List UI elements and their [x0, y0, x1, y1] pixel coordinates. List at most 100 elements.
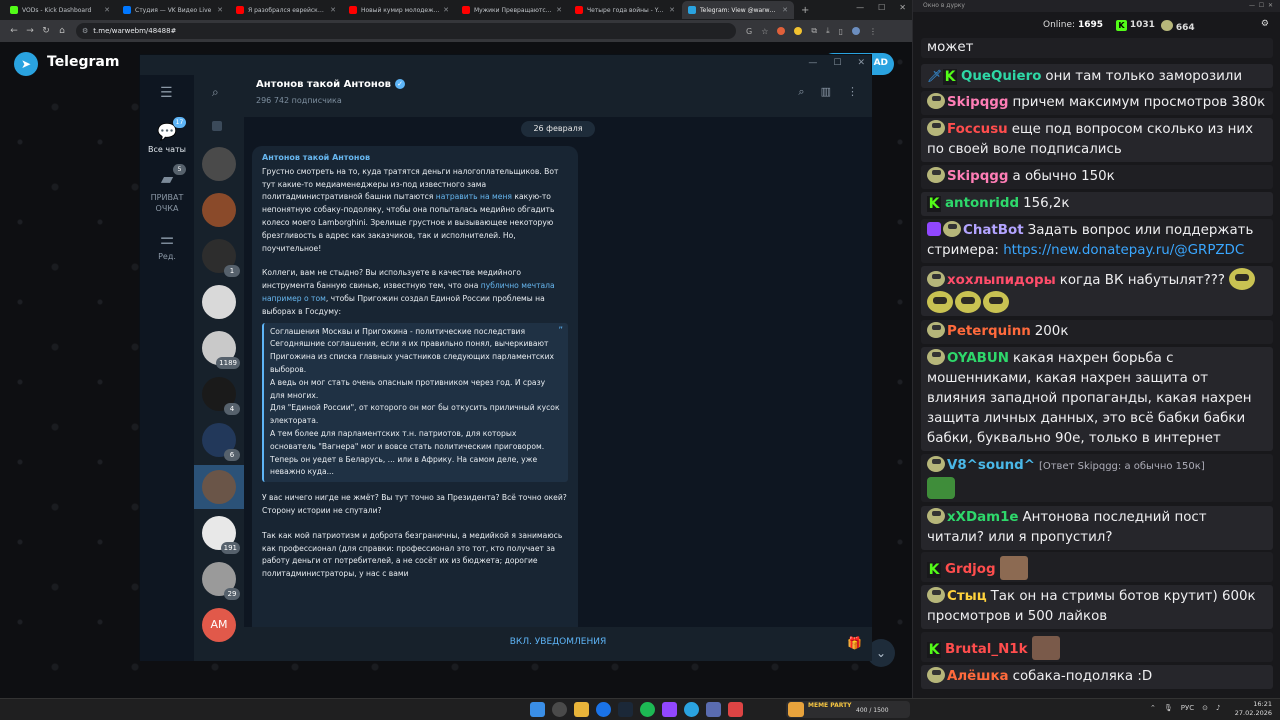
tab-vk[interactable]: Студия — VK Видео Live ✕ — [117, 1, 229, 19]
language-indicator[interactable]: РУС — [1181, 704, 1194, 712]
more-options-icon[interactable]: ⋮ — [847, 85, 858, 99]
folder-edit[interactable]: ⚌ Ред. — [140, 230, 194, 262]
chat-avatar[interactable]: 1189 — [202, 331, 240, 369]
forward-icon[interactable]: → — [22, 26, 38, 36]
close-icon[interactable]: ✕ — [217, 6, 223, 14]
windows-start-icon[interactable] — [530, 702, 545, 717]
menu-kebab-icon[interactable]: ⋮ — [869, 27, 877, 36]
minimize-icon[interactable]: — — [856, 3, 864, 12]
meme-party-widget[interactable]: MEME PARTY 400 / 1500 — [786, 701, 910, 718]
username[interactable]: OYABUN — [947, 351, 1009, 366]
app-icon[interactable] — [706, 702, 721, 717]
username[interactable]: xXDam1e — [947, 510, 1018, 525]
new-tab-icon[interactable]: + — [801, 5, 809, 16]
url-field[interactable]: ⚙ t.me/warwebm/48488# — [76, 23, 736, 39]
tab-youtube-3[interactable]: Мужики Превращаются в Ж✕ — [456, 1, 568, 19]
username[interactable]: Стыц — [947, 589, 987, 604]
clock[interactable]: 16:21 27.02.2026 — [1235, 700, 1272, 718]
username[interactable]: QueQuiero — [961, 69, 1041, 84]
tab-bar: VODs - Kick Dashboard ✕ Студия — VK Видео… — [0, 0, 912, 20]
download-icon[interactable]: ⤓ — [826, 26, 830, 36]
username[interactable]: ChatBot — [963, 223, 1024, 238]
chat-avatar[interactable]: 29 — [202, 562, 240, 600]
app-icon[interactable] — [662, 702, 677, 717]
obs-icon[interactable] — [728, 702, 743, 717]
username[interactable]: antonridd — [945, 196, 1019, 211]
chat-avatar[interactable] — [202, 285, 236, 319]
chat-avatar[interactable]: 4 — [202, 377, 240, 415]
minimize-icon[interactable]: — — [808, 58, 817, 68]
chrome-icon[interactable] — [596, 702, 611, 717]
network-icon[interactable]: ⊙ — [1202, 704, 1208, 712]
file-explorer-icon[interactable] — [574, 702, 589, 717]
chat-avatar[interactable]: AM — [202, 608, 236, 642]
search-icon[interactable]: ⌕ — [798, 85, 804, 99]
folder-private[interactable]: ▰ 5 ПРИВАТ ОЧКА — [140, 164, 194, 214]
close-icon[interactable]: ✕ — [330, 6, 336, 14]
channel-post[interactable]: Антонов такой Антонов Грустно смотреть н… — [252, 146, 578, 627]
spotify-icon[interactable] — [640, 702, 655, 717]
back-icon[interactable]: ← — [6, 26, 22, 36]
gift-icon[interactable]: 🎁 — [847, 636, 862, 650]
close-icon[interactable]: ✕ — [857, 58, 865, 68]
enable-notifications-button[interactable]: ВКЛ. УВЕДОМЛЕНИЯ — [244, 637, 872, 647]
username[interactable]: Алёшка — [947, 669, 1009, 684]
chat-avatar-selected[interactable] — [202, 470, 236, 504]
close-icon[interactable]: ✕ — [556, 6, 562, 14]
tab-youtube-4[interactable]: Четыре года войны - YouTu ✕ — [569, 1, 681, 19]
close-icon[interactable]: ✕ — [443, 6, 449, 14]
chat-avatar[interactable]: 191 — [202, 516, 240, 554]
tab-kick[interactable]: VODs - Kick Dashboard ✕ — [4, 1, 116, 19]
username[interactable]: V8^sound^ — [947, 458, 1035, 473]
username[interactable]: Brutal_N1k — [945, 642, 1028, 657]
volume-icon[interactable]: ♪ — [1216, 704, 1220, 712]
search-icon[interactable]: ⌕ — [212, 85, 219, 100]
post-link[interactable]: натравить на меня — [436, 192, 512, 201]
mic-icon[interactable]: 🎙 — [1164, 704, 1173, 712]
bookmark-star-icon[interactable]: ☆ — [761, 27, 768, 36]
tab-youtube-2[interactable]: Новый кумир молодежи, п ✕ — [343, 1, 455, 19]
site-info-icon[interactable]: ⚙ — [82, 27, 88, 35]
username[interactable]: Skipqgg — [947, 169, 1008, 184]
close-window-icon[interactable]: ✕ — [899, 3, 906, 12]
chat-avatar[interactable]: 6 — [202, 423, 240, 461]
chat-message: ChatBot Задать вопрос или поддержать стри… — [921, 219, 1273, 263]
folder-all-chats[interactable]: 💬 17 Все чаты — [140, 117, 194, 154]
maximize-icon[interactable]: ☐ — [833, 58, 841, 68]
donate-link[interactable]: https://new.donatepay.ru/@GRPZDC — [1003, 243, 1244, 258]
username[interactable]: Grdjog — [945, 562, 996, 577]
steam-icon[interactable] — [618, 702, 633, 717]
extensions-icon[interactable]: ⧉ — [811, 26, 817, 36]
extension-icon[interactable] — [777, 27, 786, 35]
chat-avatar[interactable] — [202, 147, 236, 181]
close-icon[interactable]: ✕ — [104, 6, 110, 14]
window-controls[interactable]: — ☐ ✕ — [1249, 0, 1273, 12]
chat-avatar[interactable] — [202, 193, 236, 227]
close-icon[interactable]: ✕ — [669, 6, 675, 14]
close-icon[interactable]: ✕ — [782, 6, 788, 14]
username[interactable]: Foccusu — [947, 122, 1008, 137]
home-icon[interactable]: ⌂ — [54, 26, 70, 36]
reload-icon[interactable]: ↻ — [38, 26, 54, 36]
chevron-up-icon[interactable]: ⌃ — [1150, 704, 1156, 712]
sidebar-toggle-icon[interactable]: ▥ — [821, 85, 831, 99]
reply-reference[interactable]: [Ответ Skipqgg: а обычно 150к] — [1039, 461, 1205, 472]
archive-icon[interactable] — [212, 121, 222, 131]
username[interactable]: Skipqgg — [947, 95, 1008, 110]
telegram-icon[interactable] — [684, 702, 699, 717]
username[interactable]: хохлыпидоры — [947, 273, 1056, 288]
search-icon[interactable] — [552, 702, 567, 717]
hamburger-menu-icon[interactable]: ☰ — [160, 85, 173, 101]
tab-youtube-1[interactable]: Я разобрался еврейское п ✕ — [230, 1, 342, 19]
username[interactable]: Peterquinn — [947, 324, 1031, 339]
profile-avatar[interactable] — [852, 27, 861, 35]
chat-avatar[interactable]: 1 — [202, 239, 240, 277]
settings-gear-icon[interactable]: ⚙ — [1261, 19, 1269, 29]
extension-icon[interactable] — [794, 27, 803, 35]
maximize-icon[interactable]: ☐ — [878, 3, 885, 12]
tab-telegram[interactable]: Telegram: View @warwebm ✕ — [682, 1, 794, 19]
channel-title[interactable]: Антонов такой Антонов ✓ — [256, 79, 406, 90]
emote-icon — [927, 291, 953, 313]
translate-icon[interactable]: G — [746, 27, 752, 36]
split-icon[interactable]: ▯ — [839, 27, 843, 36]
